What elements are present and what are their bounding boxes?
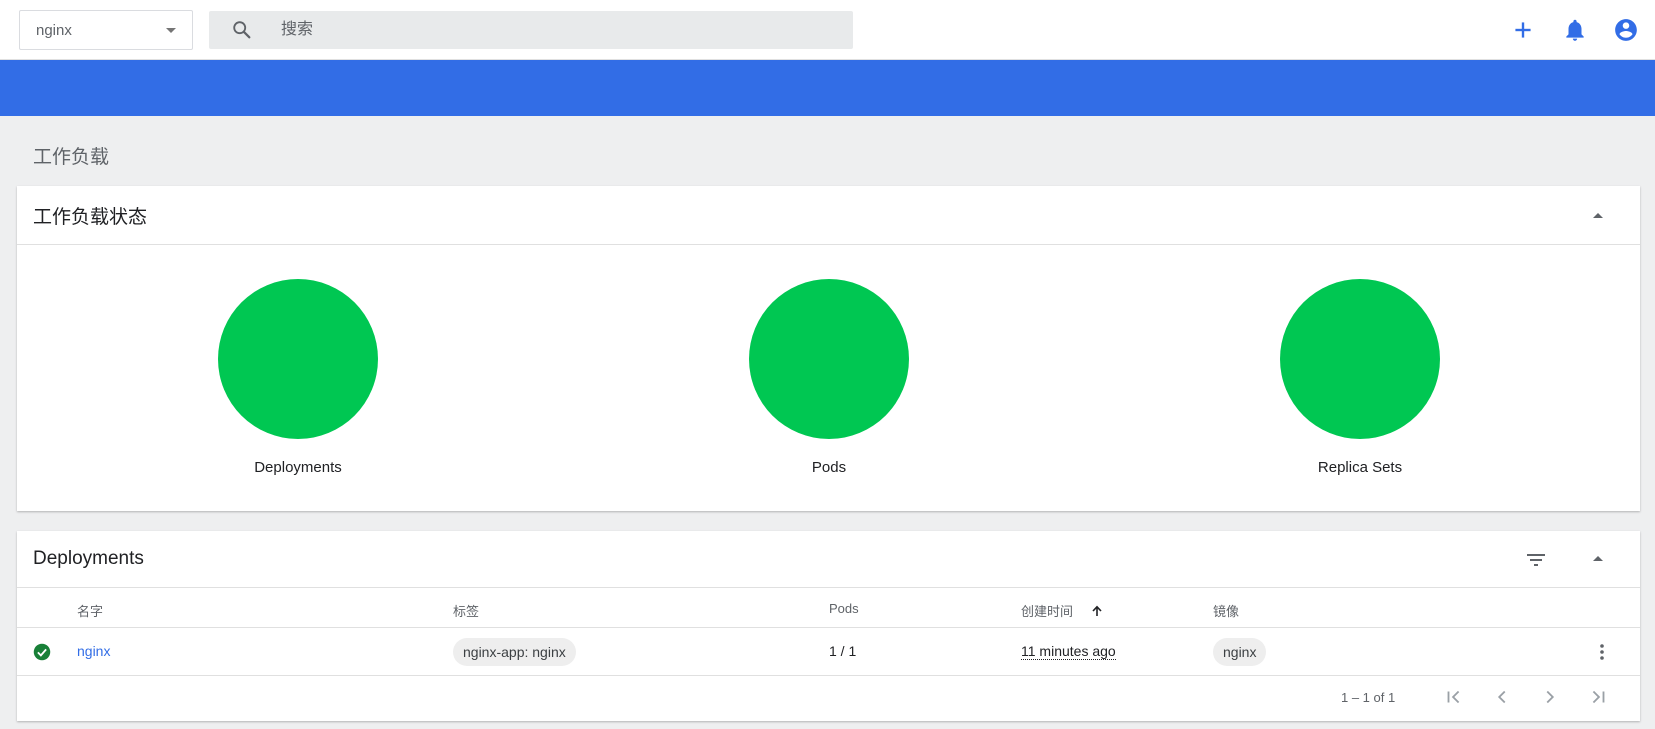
status-pie-replica-sets	[1280, 279, 1440, 439]
filter-icon[interactable]	[1524, 548, 1548, 572]
page-title: 工作负载	[33, 147, 110, 168]
created-time: 11 minutes ago	[1021, 643, 1116, 660]
status-replica-sets: Replica Sets	[1240, 279, 1480, 476]
status-deployments: Deployments	[178, 279, 418, 476]
status-pie-deployments	[218, 279, 378, 439]
card-header: 工作负载状态	[17, 186, 1640, 245]
column-created[interactable]: 创建时间	[1021, 601, 1103, 620]
check-circle-icon	[33, 643, 51, 661]
card-title: 工作负载状态	[33, 206, 148, 228]
namespace-selector[interactable]: nginx	[19, 10, 193, 50]
status-pods: Pods	[709, 279, 949, 476]
search-input[interactable]	[281, 11, 841, 49]
table-row: nginx nginx-app: nginx 1 / 1 11 minutes …	[17, 628, 1640, 676]
label-chip: nginx-app: nginx	[453, 638, 576, 666]
column-created-label: 创建时间	[1021, 604, 1074, 619]
status-label: Deployments	[254, 459, 342, 476]
workload-status-card: 工作负载状态 Deployments Pods Replica Sets	[17, 186, 1640, 511]
status-label: Pods	[811, 459, 847, 476]
next-page-icon[interactable]	[1539, 686, 1561, 708]
status-charts: Deployments Pods Replica Sets	[17, 245, 1640, 511]
column-name[interactable]: 名字	[77, 601, 103, 620]
previous-page-icon[interactable]	[1491, 686, 1513, 708]
image-chip: nginx	[1213, 638, 1267, 666]
column-labels: 标签	[453, 604, 480, 619]
status-pie-pods	[749, 279, 909, 439]
status-label: Replica Sets	[1317, 459, 1403, 476]
arrow-up-icon	[1092, 605, 1102, 616]
last-page-icon[interactable]	[1587, 686, 1609, 708]
collapse-button[interactable]	[1590, 208, 1606, 224]
deployments-card: Deployments 名字 标签 Pods 创建时间 镜像 nginx ngi…	[17, 531, 1640, 721]
column-images: 镜像	[1213, 604, 1240, 619]
bell-icon[interactable]	[1562, 17, 1588, 43]
paginator-range: 1 – 1 of 1	[1341, 690, 1396, 705]
table-header: 名字 标签 Pods 创建时间 镜像	[17, 588, 1640, 628]
column-pods: Pods	[829, 601, 859, 616]
card-title: Deployments	[33, 548, 144, 569]
more-vert-icon[interactable]	[1592, 642, 1612, 662]
first-page-icon[interactable]	[1443, 686, 1465, 708]
chevron-down-icon	[166, 28, 176, 33]
action-bar	[0, 60, 1655, 116]
plus-icon[interactable]	[1510, 17, 1536, 43]
collapse-button[interactable]	[1590, 551, 1606, 567]
top-toolbar: nginx	[0, 0, 1655, 60]
search-icon[interactable]	[231, 19, 253, 41]
namespace-value: nginx	[36, 21, 72, 39]
deployment-name-link[interactable]: nginx	[77, 643, 110, 659]
pods-count: 1 / 1	[829, 643, 857, 659]
card-header: Deployments	[17, 531, 1640, 588]
search-bar	[209, 11, 853, 49]
paginator: 1 – 1 of 1	[17, 676, 1640, 718]
account-circle-icon[interactable]	[1613, 17, 1639, 43]
